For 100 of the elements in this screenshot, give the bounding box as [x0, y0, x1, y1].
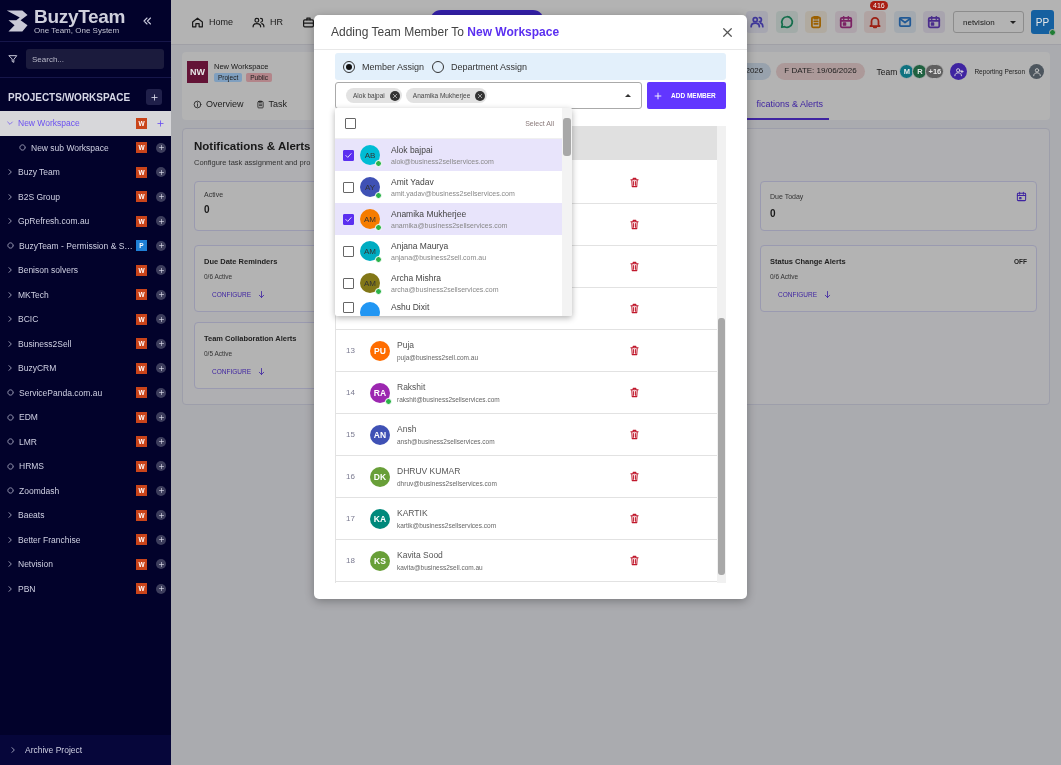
add-button[interactable]	[156, 436, 166, 447]
search-field[interactable]: Search...	[26, 49, 164, 69]
chevron-right-icon[interactable]	[6, 560, 14, 569]
clipboard-icon	[255, 99, 265, 109]
logo-title: BuzyTeam	[34, 6, 126, 26]
team-label: Team	[876, 66, 898, 77]
checkbox[interactable]	[343, 302, 354, 313]
delete-icon[interactable]	[629, 513, 640, 524]
member-name: Amit Yadav	[391, 177, 434, 187]
add-button[interactable]	[156, 142, 166, 153]
scrollbar-thumb[interactable]	[563, 118, 571, 156]
dotted-circle-icon	[6, 486, 15, 496]
checkbox[interactable]	[343, 181, 354, 193]
collapse-icon[interactable]	[141, 14, 153, 27]
filter-icon[interactable]	[8, 54, 18, 64]
member-option[interactable]: Ashu Dixit	[335, 299, 562, 316]
close-icon[interactable]	[721, 25, 734, 39]
checkbox[interactable]	[343, 213, 354, 225]
person-icon	[1031, 66, 1042, 77]
add-button[interactable]	[156, 191, 166, 202]
row-number: 13	[346, 346, 356, 355]
add-button[interactable]	[156, 265, 166, 276]
add-button[interactable]	[156, 216, 166, 227]
chevron-right-icon[interactable]	[6, 535, 14, 544]
add-button[interactable]	[156, 510, 166, 521]
remove-button[interactable]	[475, 90, 486, 101]
chevron-right-icon[interactable]	[6, 290, 14, 299]
delete-icon[interactable]	[629, 555, 640, 566]
chevron-right-icon[interactable]	[6, 339, 14, 348]
checkbox[interactable]	[343, 149, 354, 161]
plus-icon	[157, 291, 165, 299]
add-button[interactable]	[156, 485, 166, 496]
delete-icon[interactable]	[629, 429, 640, 440]
plus-icon	[157, 168, 165, 176]
plus-icon	[157, 364, 165, 372]
remove-button[interactable]	[389, 90, 400, 101]
tab[interactable]: Task	[249, 90, 294, 120]
add-button[interactable]	[146, 89, 162, 105]
delete-icon[interactable]	[629, 261, 640, 272]
checkbox[interactable]	[345, 117, 356, 129]
tab[interactable]: Overview	[187, 90, 250, 120]
nav-link[interactable]: HR	[252, 15, 283, 29]
scrollbar[interactable]	[717, 126, 726, 583]
plus-icon	[157, 536, 165, 544]
close-icon	[477, 92, 484, 99]
radio-label[interactable]: Department Assign	[451, 61, 528, 72]
checkbox[interactable]	[343, 245, 354, 257]
chevron-right-icon[interactable]	[6, 364, 14, 373]
add-button[interactable]	[156, 387, 166, 398]
delete-icon[interactable]	[629, 219, 640, 230]
chevron-right-icon[interactable]	[6, 192, 14, 201]
add-button[interactable]	[156, 583, 166, 594]
dotted-circle-icon	[6, 437, 15, 447]
member-name: Ashu Dixit	[391, 302, 430, 312]
archive-project-item[interactable]: Archive Project	[0, 735, 171, 765]
nav-link[interactable]: Home	[191, 15, 233, 29]
add-button[interactable]	[156, 559, 166, 570]
add-member-button[interactable]	[950, 63, 968, 80]
caret-icon[interactable]	[625, 94, 631, 97]
add-button[interactable]	[156, 363, 166, 374]
delete-icon[interactable]	[629, 471, 640, 482]
scrollbar-thumb[interactable]	[718, 318, 725, 575]
user-avatar[interactable]: PP	[1031, 10, 1054, 34]
chevron-right-icon[interactable]	[6, 266, 14, 275]
delete-icon[interactable]	[629, 303, 640, 314]
scrollbar[interactable]	[562, 108, 572, 316]
chevron-right-icon[interactable]	[6, 584, 14, 593]
add-button[interactable]	[156, 534, 166, 545]
chevron-right-icon[interactable]	[6, 217, 14, 226]
briefcase-icon	[302, 15, 315, 29]
dotted-circle-icon	[6, 241, 15, 251]
chevron-right-icon[interactable]	[6, 168, 14, 177]
add-button[interactable]	[156, 461, 166, 472]
delete-icon[interactable]	[629, 387, 640, 398]
checkbox[interactable]	[343, 277, 354, 289]
stat-value: 0	[204, 204, 210, 215]
delete-icon[interactable]	[629, 345, 640, 356]
plus-icon[interactable]	[156, 118, 165, 128]
reporting-person-button[interactable]	[1029, 64, 1044, 79]
plus-icon	[157, 340, 165, 348]
add-button[interactable]	[156, 338, 166, 349]
add-button[interactable]	[156, 240, 166, 251]
member-name: Archa Mishra	[391, 273, 442, 283]
chevron-right-icon[interactable]	[6, 511, 14, 520]
avatar: AM	[360, 241, 380, 261]
avatar: AN	[370, 424, 390, 445]
arrow-down-icon	[257, 367, 266, 376]
nav-link[interactable]	[302, 15, 315, 29]
avatar: AY	[360, 177, 380, 197]
add-button[interactable]	[156, 412, 166, 423]
add-button[interactable]	[156, 314, 166, 325]
workspace-dropdown[interactable]: netvision	[953, 11, 1024, 33]
add-button[interactable]	[156, 289, 166, 300]
plus-icon	[157, 242, 165, 250]
member-name: Ansh	[397, 424, 417, 434]
chevron-right-icon[interactable]	[6, 315, 14, 324]
add-button[interactable]	[156, 167, 166, 178]
radio-label[interactable]: Member Assign	[362, 61, 425, 72]
delete-icon[interactable]	[629, 177, 640, 188]
panel-title: Notifications & Alerts	[194, 140, 311, 152]
